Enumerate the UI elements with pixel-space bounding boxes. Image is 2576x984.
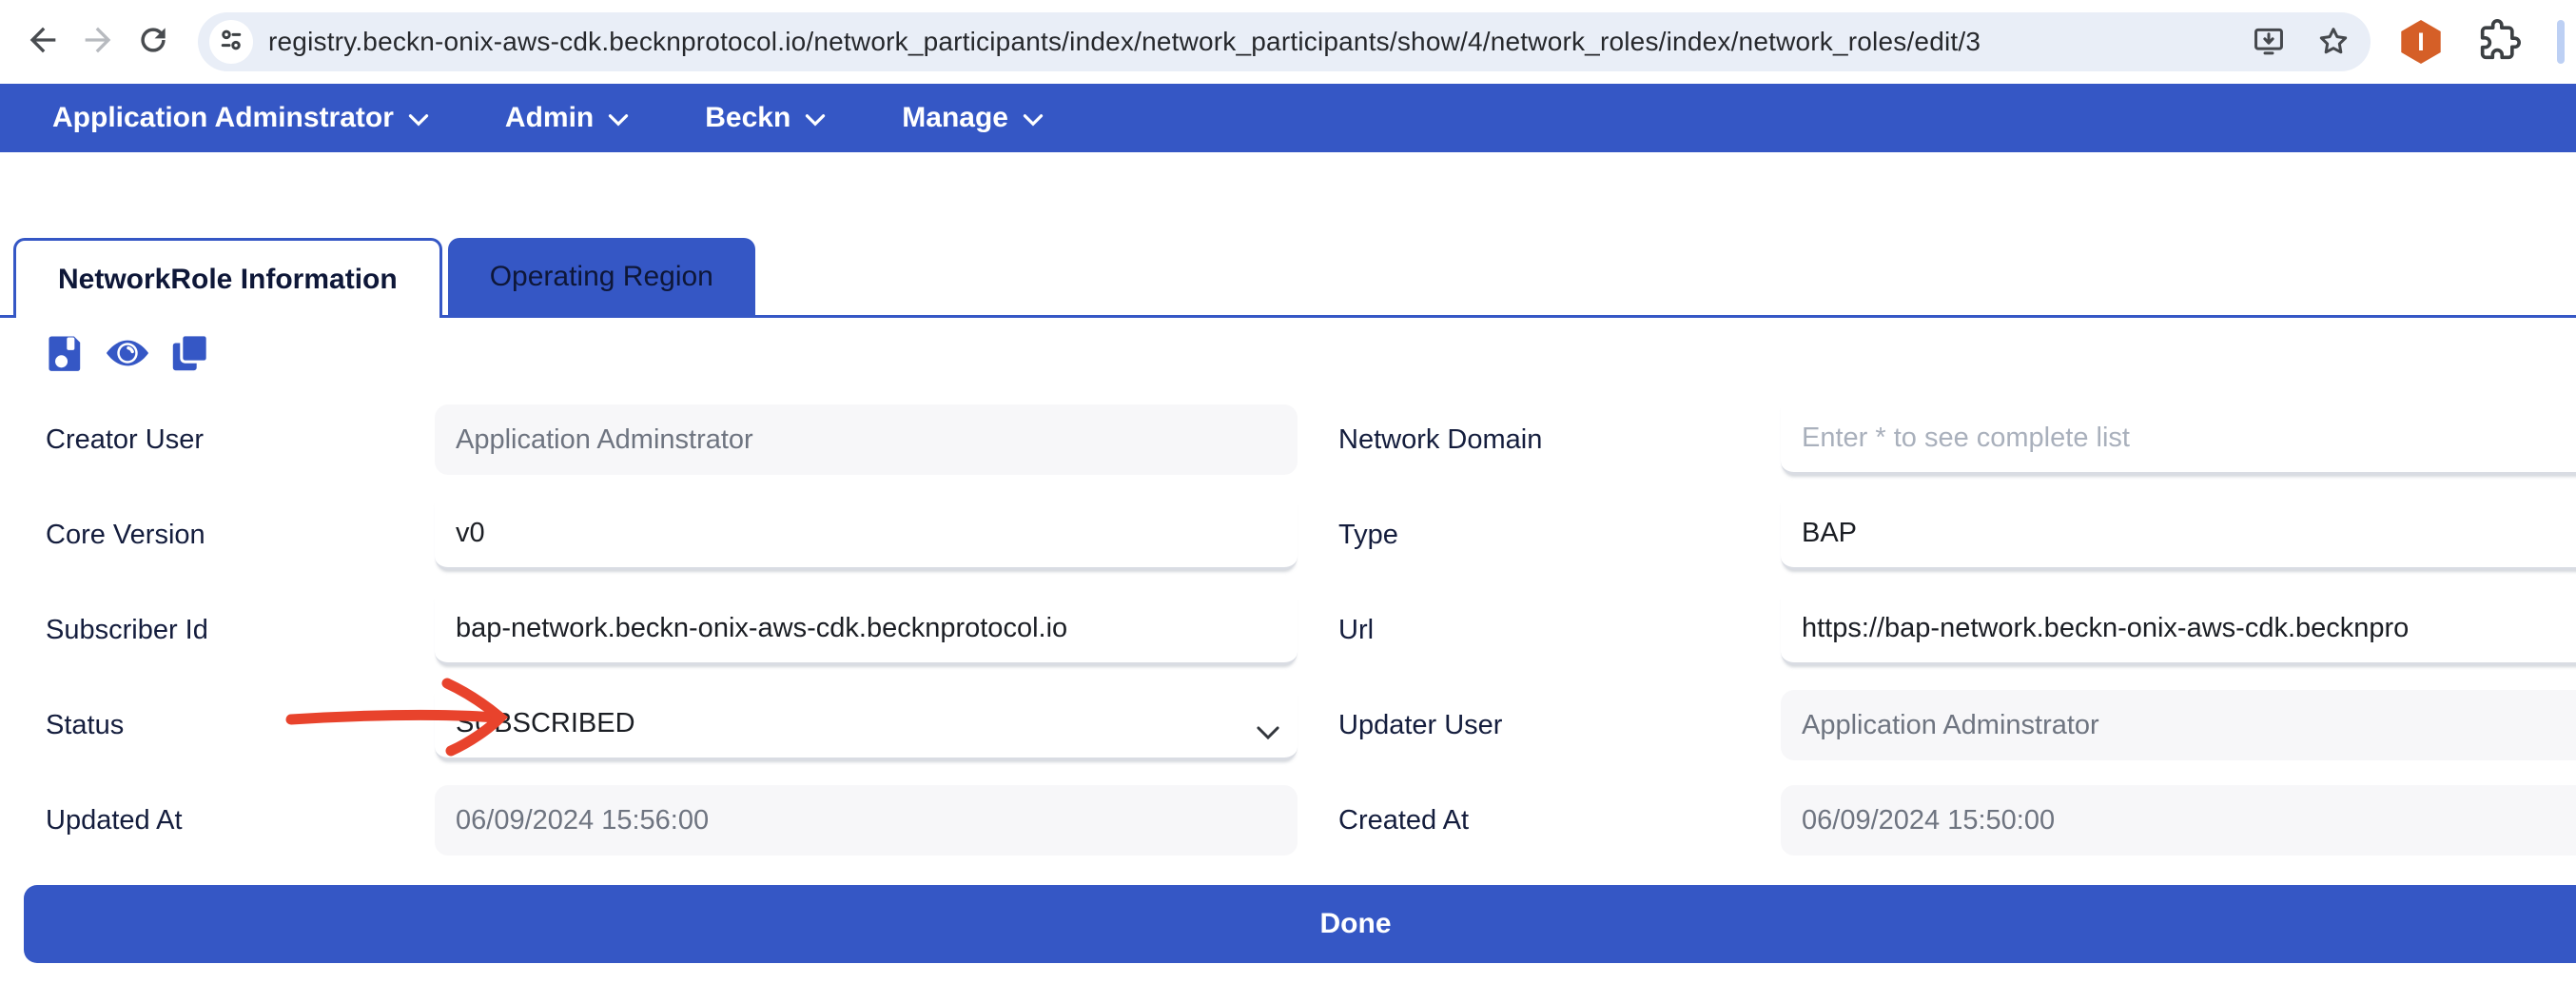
updated-at-label: Updated At [0,805,435,836]
site-settings-icon [217,26,245,59]
address-bar[interactable]: registry.beckn-onix-aws-cdk.becknprotoco… [198,12,2371,71]
url-input[interactable] [1781,595,2576,665]
reload-icon [135,22,171,63]
tab-networkrole-information[interactable]: NetworkRole Information [13,238,442,318]
url-text[interactable]: registry.beckn-onix-aws-cdk.becknprotoco… [268,27,2235,57]
tab-operating-region[interactable]: Operating Region [448,238,755,315]
app-navbar: Application Adminstrator Admin Beckn Man… [0,84,2576,152]
networkrole-form: Creator User Application Adminstrator Ne… [0,404,2576,856]
subscriber-id-input[interactable] [435,595,1298,665]
nav-manage[interactable]: Manage [902,102,1044,134]
extensions-button[interactable] [2479,19,2521,66]
form-row: Subscriber Id Url [0,595,2576,665]
install-icon[interactable] [2251,24,2287,60]
copy-icon [168,331,212,380]
forward-icon [79,21,117,64]
record-toolbar [43,331,2576,379]
status-selected-value: SUBSCRIBED [456,708,635,739]
forward-button[interactable] [70,14,126,69]
nav-admin[interactable]: Admin [505,102,629,134]
created-at-label: Created At [1298,805,1781,836]
view-button[interactable] [104,331,151,380]
form-row: Creator User Application Adminstrator Ne… [0,404,2576,475]
creator-user-label: Creator User [0,424,435,456]
password-extension-button[interactable]: I [2399,20,2443,64]
status-label: Status [0,710,435,741]
chevron-down-icon [1256,717,1280,748]
reload-button[interactable] [126,14,181,69]
chevron-down-icon [805,102,826,134]
updater-user-label: Updater User [1298,710,1781,741]
form-row: Updated At 06/09/2024 15:56:00 Created A… [0,785,2576,856]
done-button[interactable]: Done [24,885,2576,963]
type-input[interactable] [1781,500,2576,570]
status-select[interactable]: SUBSCRIBED [435,690,1298,760]
updated-at-field: 06/09/2024 15:56:00 [435,785,1298,856]
created-at-field: 06/09/2024 15:50:00 [1781,785,2576,856]
core-version-input[interactable] [435,500,1298,570]
network-domain-input[interactable] [1781,404,2576,475]
type-label: Type [1298,520,1781,551]
subscriber-id-label: Subscriber Id [0,615,435,646]
chevron-down-icon [408,102,429,134]
chevron-down-icon [608,102,629,134]
network-domain-label: Network Domain [1298,424,1781,456]
eye-icon [104,331,151,380]
site-settings-button[interactable] [209,20,253,64]
browser-toolbar: registry.beckn-onix-aws-cdk.becknprotoco… [0,0,2576,84]
back-button[interactable] [15,14,70,69]
extension-badge-icon: I [2417,28,2425,57]
form-row: Status SUBSCRIBED Updater User Applicati… [0,690,2576,760]
chevron-down-icon [1023,102,1044,134]
save-icon [43,331,87,380]
updater-user-field: Application Adminstrator [1781,690,2576,760]
back-icon [24,21,62,64]
nav-application-adminstrator[interactable]: Application Adminstrator [52,102,429,134]
url-label: Url [1298,615,1781,646]
core-version-label: Core Version [0,520,435,551]
puzzle-extensions-icon [2479,19,2521,66]
nav-beckn[interactable]: Beckn [705,102,826,134]
save-button[interactable] [43,331,87,380]
creator-user-field: Application Adminstrator [435,404,1298,475]
bookmark-star-icon[interactable] [2315,24,2352,60]
side-panel-indicator [2557,20,2565,64]
copy-button[interactable] [168,331,212,380]
form-row: Core Version Type [0,500,2576,570]
tab-bar: NetworkRole Information Operating Region [0,238,2576,318]
